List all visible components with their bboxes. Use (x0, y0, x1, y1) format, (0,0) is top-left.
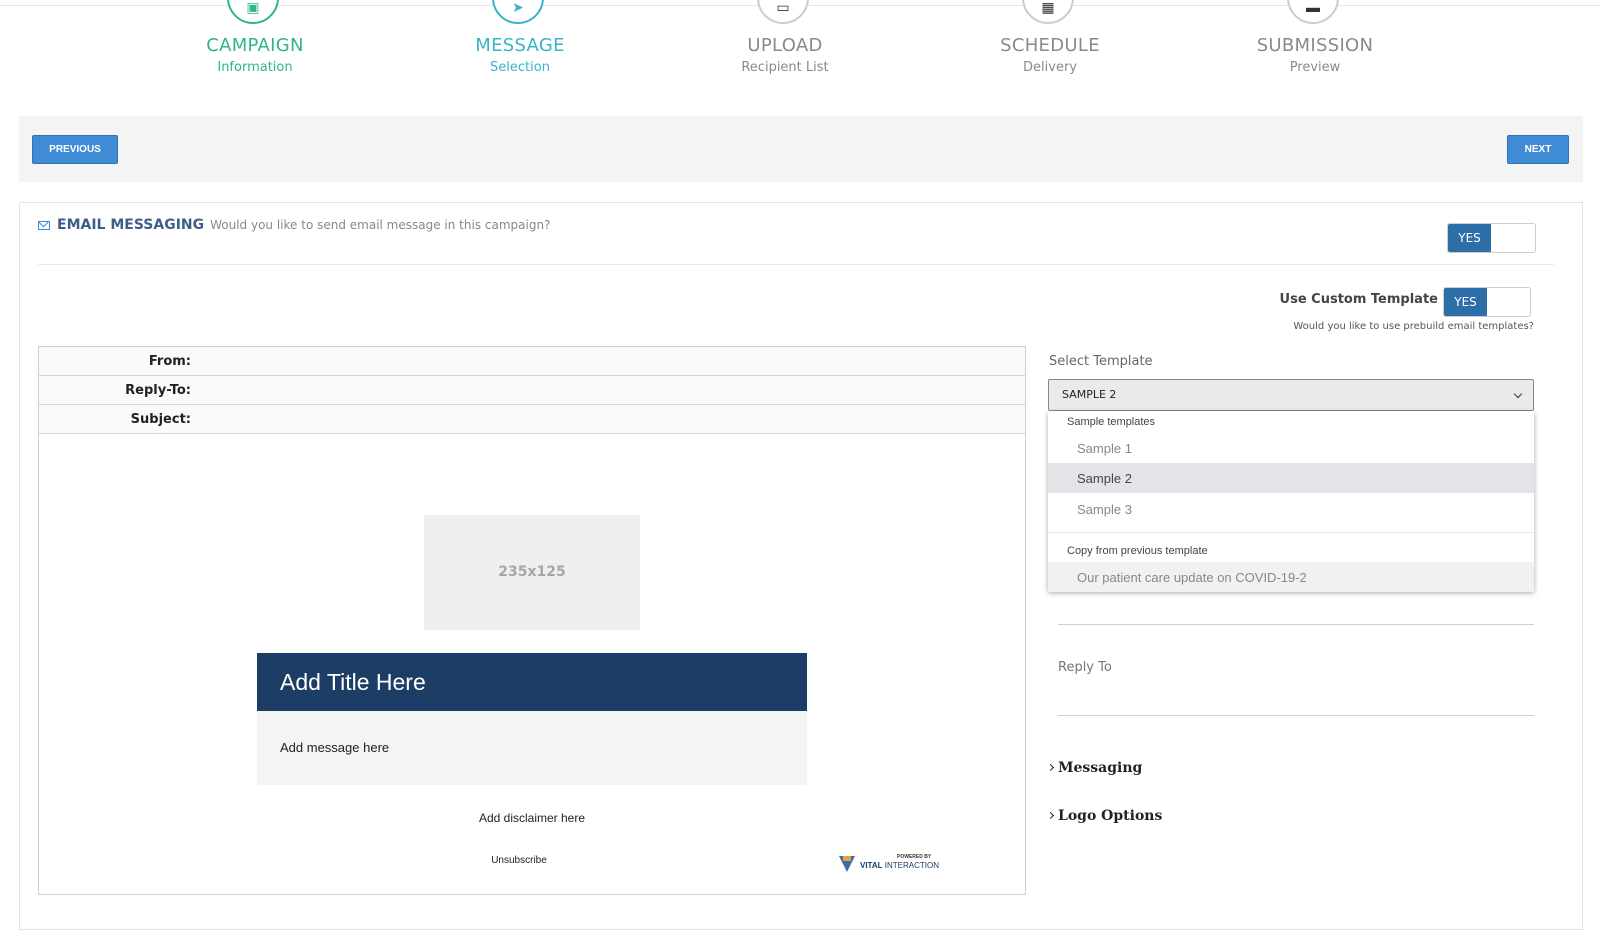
step-title: SCHEDULE (1000, 35, 1100, 56)
dropdown-group-label: Sample templates (1067, 416, 1156, 428)
calendar-icon: ▦ (1022, 0, 1074, 24)
option-label: Our patient care update on COVID-19-2 (1077, 570, 1307, 585)
step-subtitle: Delivery (1023, 60, 1077, 75)
image-placeholder[interactable]: 235x125 (424, 515, 640, 630)
from-row: From: (39, 347, 1025, 376)
step-subtitle: Information (217, 60, 293, 75)
email-messaging-toggle[interactable]: YES (1447, 223, 1536, 253)
chevron-right-icon (1046, 811, 1055, 820)
vital-interaction-logo: POWERED BY VITAL INTERACTION (839, 854, 939, 876)
field-underline (1058, 624, 1534, 625)
panel-header: EMAIL MESSAGING Would you like to send e… (38, 217, 550, 233)
unsubscribe-link[interactable]: Unsubscribe (469, 855, 569, 866)
envelope-icon (38, 220, 50, 230)
panel-title: EMAIL MESSAGING (57, 217, 205, 233)
select-template-label: Select Template (1049, 354, 1153, 369)
option-label: Sample 2 (1077, 471, 1132, 486)
step-subtitle: Selection (490, 60, 550, 75)
email-preview: From: Reply-To: Subject: 235x125 Add Tit… (38, 346, 1026, 895)
accordion-label: Messaging (1058, 760, 1143, 776)
subject-row: Subject: (39, 405, 1025, 434)
step-subtitle: Preview (1289, 60, 1341, 75)
logo-name-rest: INTERACTION (884, 861, 939, 870)
template-dropdown: Sample templates Sample 1 Sample 2 Sampl… (1048, 411, 1534, 592)
dropdown-option-selected[interactable]: Sample 2 (1048, 463, 1534, 493)
template-selected-value: SAMPLE 2 (1062, 388, 1117, 401)
email-messaging-panel: EMAIL MESSAGING Would you like to send e… (19, 202, 1583, 930)
chevron-right-icon (1046, 763, 1055, 772)
monitor-icon: ▬ (1287, 0, 1339, 24)
accordion-label: Logo Options (1058, 808, 1163, 824)
dropdown-group-label: Copy from previous template (1067, 545, 1208, 557)
step-subtitle: Recipient List (741, 60, 829, 75)
messaging-accordion[interactable]: Messaging (1046, 760, 1143, 776)
previous-button[interactable]: PREVIOUS (32, 135, 118, 164)
option-label: Sample 1 (1077, 441, 1132, 456)
logo-mark-accent (843, 856, 851, 861)
toggle-yes: YES (1444, 288, 1487, 316)
email-disclaimer[interactable]: Add disclaimer here (432, 811, 632, 825)
toggle-yes: YES (1448, 224, 1491, 252)
email-title: Add Title Here (280, 669, 426, 695)
divider (38, 264, 1554, 265)
option-label: Sample 3 (1077, 502, 1132, 517)
step-title: CAMPAIGN (206, 35, 304, 56)
logo-powered-by: POWERED BY (897, 854, 932, 860)
wizard-nav-bar: PREVIOUS NEXT (19, 116, 1583, 182)
reply-to-label: Reply-To: (125, 383, 191, 398)
custom-template-toggle[interactable]: YES (1443, 287, 1531, 317)
logo-name-bold: VITAL (860, 861, 883, 870)
email-message-block[interactable]: Add message here (257, 711, 807, 785)
subject-label: Subject: (130, 412, 191, 427)
id-card-icon: ▣ (227, 0, 279, 24)
custom-template-label: Use Custom Template (1279, 292, 1438, 307)
email-title-block[interactable]: Add Title Here (257, 653, 807, 711)
reply-to-row: Reply-To: (39, 376, 1025, 405)
chevron-down-icon (1513, 389, 1523, 399)
template-select[interactable]: SAMPLE 2 (1048, 379, 1534, 411)
upload-icon: ▭ (757, 0, 809, 24)
dropdown-option[interactable]: Sample 1 (1048, 433, 1534, 463)
from-label: From: (148, 354, 191, 369)
dropdown-option[interactable]: Sample 3 (1048, 494, 1534, 524)
step-title: SUBMISSION (1256, 35, 1374, 56)
step-title: UPLOAD (747, 35, 823, 56)
paper-plane-icon: ➤ (492, 0, 544, 24)
email-message: Add message here (280, 740, 390, 755)
dropdown-option[interactable]: Our patient care update on COVID-19-2 (1048, 562, 1534, 592)
logo-options-accordion[interactable]: Logo Options (1046, 808, 1163, 824)
logo-name: VITAL INTERACTION (860, 861, 939, 870)
dropdown-separator (1048, 532, 1534, 533)
reply-to-underline (1058, 715, 1534, 716)
panel-question: Would you like to send email message in … (210, 218, 551, 232)
reply-to-field-label[interactable]: Reply To (1058, 660, 1112, 675)
custom-template-question: Would you like to use prebuild email tem… (1293, 321, 1534, 332)
step-title: MESSAGE (475, 35, 565, 56)
next-button[interactable]: NEXT (1507, 135, 1569, 164)
